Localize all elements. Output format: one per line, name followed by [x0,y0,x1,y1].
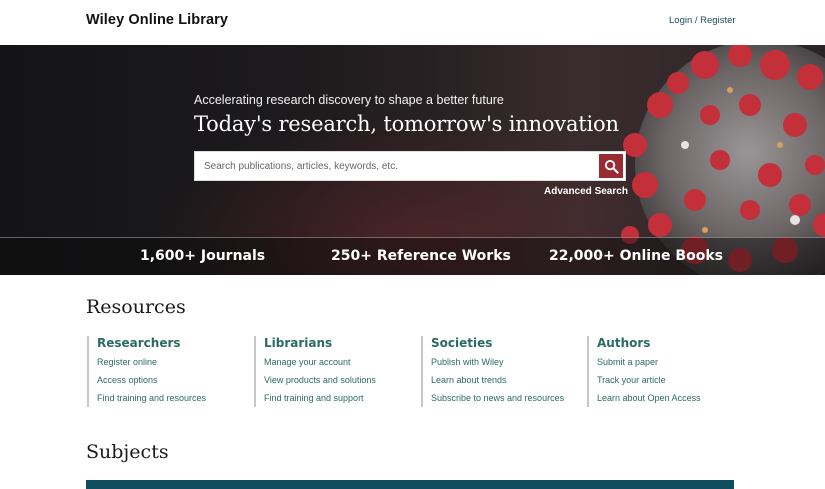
hero-tagline: Accelerating research discovery to shape… [194,93,504,107]
search-input[interactable] [195,152,598,180]
resource-heading[interactable]: Researchers [97,336,247,350]
search-icon [604,159,619,174]
stats-bar: 1,600+ Journals 250+ Reference Works 22,… [0,237,825,275]
subjects-panel [86,480,734,489]
search-bar [194,151,626,181]
resource-link[interactable]: Publish with Wiley [431,356,581,374]
resource-heading[interactable]: Librarians [264,336,414,350]
hero-headline: Today's research, tomorrow's innovation [194,112,619,136]
resource-link[interactable]: View products and solutions [264,374,414,392]
resource-link[interactable]: Find training and resources [97,392,247,410]
advanced-search-link[interactable]: Advanced Search [544,186,628,197]
resource-link[interactable]: Learn about trends [431,374,581,392]
resource-column-researchers: Researchers Register online Access optio… [87,336,247,407]
resource-link[interactable]: Register online [97,356,247,374]
resources-title: Resources [86,296,186,318]
stat-online-books[interactable]: 22,000+ Online Books [549,248,723,264]
login-register-link[interactable]: Login / Register [669,15,736,26]
resource-link[interactable]: Find training and support [264,392,414,410]
resource-column-societies: Societies Publish with Wiley Learn about… [421,336,581,407]
site-logo[interactable]: Wiley Online Library [86,12,228,28]
site-header: Wiley Online Library Login / Register [0,0,825,45]
resource-link[interactable]: Submit a paper [597,356,747,374]
resource-link[interactable]: Access options [97,374,247,392]
hero-banner: Accelerating research discovery to shape… [0,45,825,275]
resource-link[interactable]: Learn about Open Access [597,392,747,410]
resource-column-librarians: Librarians Manage your account View prod… [254,336,414,407]
resource-column-authors: Authors Submit a paper Track your articl… [587,336,747,407]
resource-heading[interactable]: Authors [597,336,747,350]
subjects-title: Subjects [86,441,169,463]
stat-reference-works[interactable]: 250+ Reference Works [331,248,511,264]
stat-journals[interactable]: 1,600+ Journals [140,248,265,264]
resource-link[interactable]: Track your article [597,374,747,392]
resource-link[interactable]: Subscribe to news and resources [431,392,581,410]
search-button[interactable] [598,153,624,179]
resource-heading[interactable]: Societies [431,336,581,350]
resource-link[interactable]: Manage your account [264,356,414,374]
